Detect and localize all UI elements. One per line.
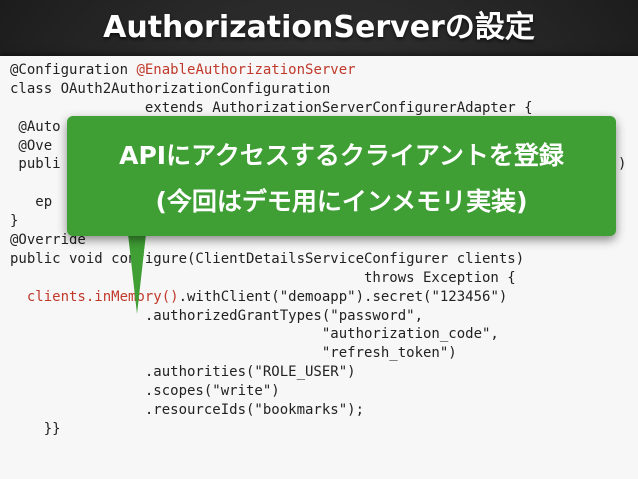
code-line: .authorities("ROLE_USER") <box>10 364 356 381</box>
code-line: .scopes("write") <box>10 383 280 400</box>
code-text: @Configuration <box>10 62 137 78</box>
callout-box: APIにアクセスするクライアントを登録 (今回はデモ用にインメモリ実装) <box>67 116 616 236</box>
code-line: class OAuth2AuthorizationConfiguration <box>10 80 331 97</box>
code-highlight: clients.inMemory() <box>26 288 179 305</box>
callout-text-line1: APIにアクセスするクライアントを登録 <box>119 141 564 170</box>
code-line: extends AuthorizationServerConfigurerAda… <box>10 99 533 116</box>
code-line: throws Exception { <box>10 269 516 286</box>
callout-pointer <box>128 234 146 314</box>
code-line: @Configuration @EnableAuthorizationServe… <box>10 61 533 80</box>
code-line: "refresh_token") <box>10 345 457 362</box>
code-annotation: @EnableAuthorizationServer <box>136 62 356 78</box>
code-text: .withClient("demoapp").secret("123456") <box>178 288 508 305</box>
code-tail: ) <box>618 156 627 173</box>
code-line: .resourceIds("bookmarks"); <box>10 402 365 419</box>
callout-text-line2: (今回はデモ用にインメモリ実装) <box>155 187 528 216</box>
code-line: public void configure(ClientDetailsServi… <box>10 250 525 267</box>
code-text: publi <box>10 156 61 173</box>
code-line: .authorizedGrantTypes("password", <box>10 307 424 324</box>
code-line: clients.inMemory().withClient("demoapp")… <box>10 288 533 307</box>
slide-title: AuthorizationServerの設定 <box>103 10 535 45</box>
code-line: }} <box>10 420 61 437</box>
code-line: "authorization_code", <box>10 326 499 343</box>
